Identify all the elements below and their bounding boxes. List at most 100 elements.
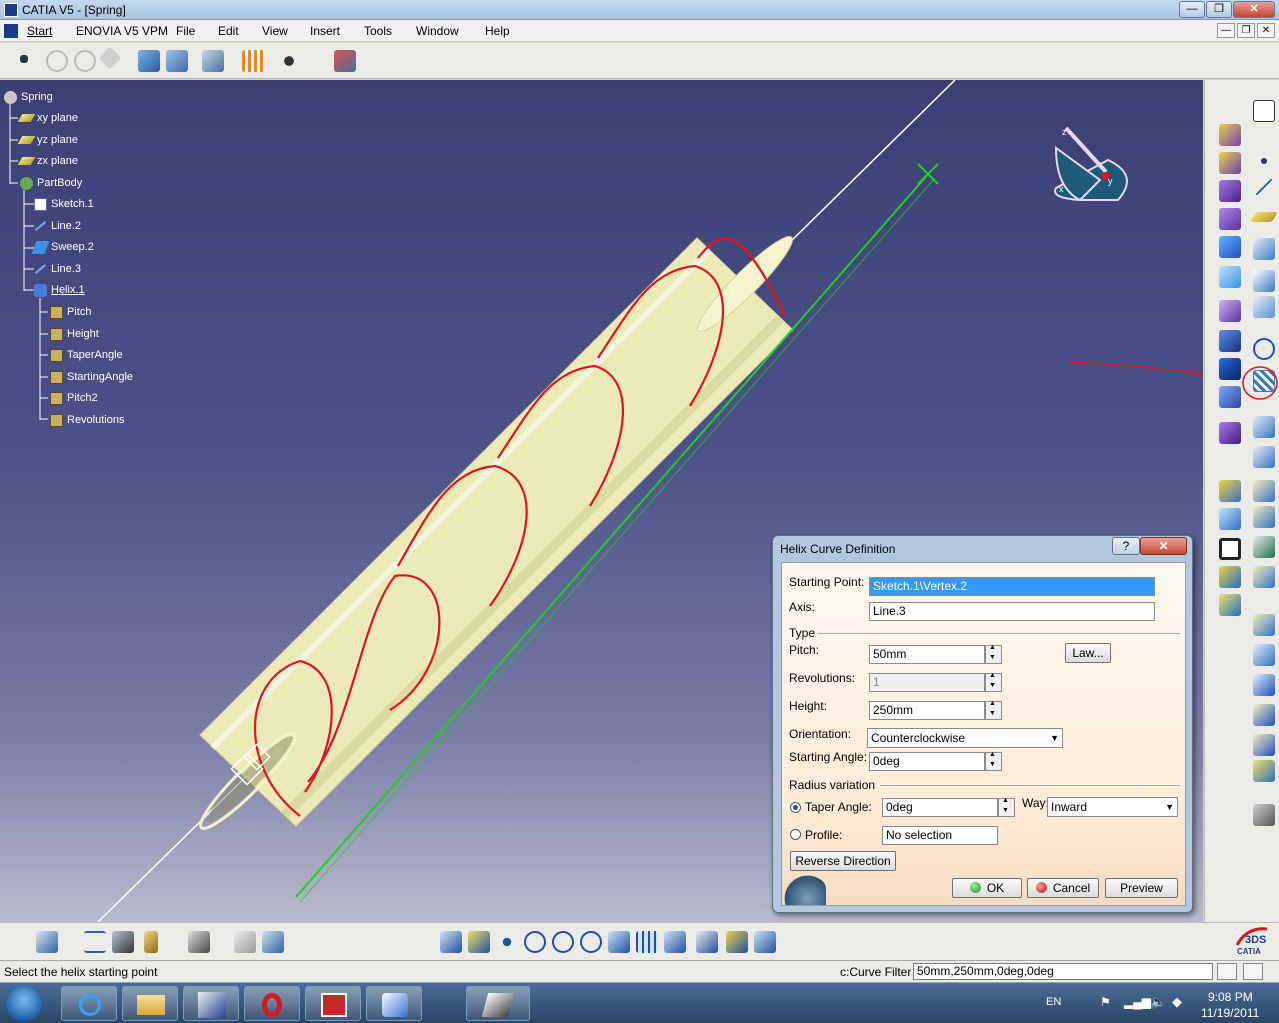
capture-icon[interactable] xyxy=(188,931,210,953)
connect-icon[interactable] xyxy=(1253,644,1275,666)
blend-icon[interactable] xyxy=(1219,330,1241,352)
analysis-icon[interactable] xyxy=(234,931,256,953)
iso-view-icon[interactable] xyxy=(664,931,686,953)
starting-point-field[interactable]: Sketch.1\Vertex.2 xyxy=(869,577,1155,596)
profile-field[interactable]: No selection xyxy=(882,826,998,845)
revolve-icon[interactable] xyxy=(1219,152,1241,174)
revolutions-field[interactable]: 1 xyxy=(869,673,985,692)
taskbar-catia[interactable] xyxy=(183,986,239,1021)
preview-button[interactable]: Preview xyxy=(1105,878,1178,898)
pitch-field[interactable]: 50mm xyxy=(869,645,985,664)
line-tool-icon[interactable] xyxy=(1255,178,1273,196)
develop-icon[interactable] xyxy=(1253,614,1275,636)
surface-2-icon[interactable] xyxy=(1253,760,1275,782)
start-orb-icon[interactable] xyxy=(6,986,42,1022)
menu-enovia[interactable]: ENOVIA V5 VPM xyxy=(76,24,168,38)
clock-time[interactable]: 9:08 PM xyxy=(1208,990,1253,1004)
network-icon[interactable]: ▂▄▆ xyxy=(1124,995,1151,1009)
taskbar-explorer[interactable] xyxy=(122,986,178,1021)
reverse-direction-button[interactable]: Reverse Direction xyxy=(790,851,896,871)
extrude-icon[interactable] xyxy=(1219,124,1241,146)
law-button[interactable]: Law... xyxy=(1065,643,1111,663)
starting-angle-spinner[interactable] xyxy=(985,751,1002,771)
law-icon[interactable] xyxy=(1219,566,1241,588)
orientation-dropdown[interactable]: Counterclockwise ▼ xyxy=(867,728,1063,748)
sphere-icon[interactable] xyxy=(1219,180,1241,202)
symmetry-icon[interactable] xyxy=(1219,508,1241,530)
pan-icon[interactable] xyxy=(496,931,518,953)
extrapolate-icon[interactable] xyxy=(1253,446,1275,468)
tree-item-partbody[interactable]: PartBody xyxy=(20,174,82,192)
tree-item-pitch[interactable]: Pitch xyxy=(50,303,91,321)
taskbar-active-app[interactable] xyxy=(466,986,530,1021)
power-input-field[interactable]: 50mm,250mm,0deg,0deg xyxy=(913,963,1213,980)
flag-icon[interactable]: ⚑ xyxy=(1100,995,1111,1009)
point-tool-icon[interactable] xyxy=(1261,158,1267,164)
dialog-help-button[interactable]: ? xyxy=(1112,537,1140,555)
taskbar-opera[interactable] xyxy=(244,986,300,1021)
projection-icon[interactable] xyxy=(1253,238,1275,260)
height-spinner[interactable] xyxy=(985,700,1002,720)
rotate-icon[interactable] xyxy=(1253,480,1275,502)
tree-item-helix1[interactable]: Helix.1 xyxy=(34,281,85,299)
measure-icon[interactable] xyxy=(84,931,106,953)
manual-update-icon[interactable] xyxy=(166,50,188,72)
parallel-curve-icon[interactable] xyxy=(1253,296,1275,318)
way-dropdown[interactable]: Inward ▼ xyxy=(1047,797,1178,817)
menu-edit[interactable]: Edit xyxy=(218,24,239,38)
minimize-button[interactable]: — xyxy=(1179,1,1205,18)
taskbar-ie[interactable] xyxy=(61,986,117,1021)
menu-view[interactable]: View xyxy=(262,24,288,38)
cancel-button[interactable]: Cancel xyxy=(1027,878,1099,898)
clock-date[interactable]: 11/19/2011 xyxy=(1201,1006,1259,1020)
circle-icon[interactable] xyxy=(1253,338,1275,360)
shading-icon[interactable] xyxy=(696,931,718,953)
tree-item-zx-plane[interactable]: zx plane xyxy=(17,152,78,170)
tree-item-height[interactable]: Height xyxy=(50,325,99,343)
volume-icon[interactable]: 🔈 xyxy=(1150,994,1166,1010)
doc-minimize-button[interactable]: — xyxy=(1217,23,1235,38)
eraser-icon[interactable] xyxy=(98,46,122,70)
tree-item-taperangle[interactable]: TaperAngle xyxy=(50,346,123,364)
profile-radio[interactable] xyxy=(790,829,801,840)
tree-item-yz-plane[interactable]: yz plane xyxy=(17,131,78,149)
tree-item-sketch1[interactable]: Sketch.1 xyxy=(34,195,94,213)
taper-angle-spinner[interactable] xyxy=(998,797,1015,817)
cylinder-sweep[interactable] xyxy=(193,229,800,836)
normal-view-icon[interactable] xyxy=(608,931,630,953)
intersection-icon[interactable] xyxy=(1253,270,1275,292)
boundary-2-icon[interactable] xyxy=(1253,734,1275,756)
simulation-icon[interactable] xyxy=(262,931,284,953)
menu-start[interactable]: Start xyxy=(27,24,52,38)
taper-angle-field[interactable]: 0deg xyxy=(882,798,998,817)
menu-window[interactable]: Window xyxy=(416,24,459,38)
dialog-close-button[interactable]: ✕ xyxy=(1140,537,1187,555)
fly-mode-icon[interactable] xyxy=(36,931,58,953)
tree-item-line2[interactable]: Line.2 xyxy=(34,217,81,235)
tree-item-startingangle[interactable]: StartingAngle xyxy=(50,368,133,386)
doc-restore-button[interactable]: ❐ xyxy=(1237,23,1255,38)
tree-item-line3[interactable]: Line.3 xyxy=(34,260,81,278)
revolutions-spinner[interactable] xyxy=(985,672,1002,692)
dropbox-icon[interactable]: ◆ xyxy=(1172,994,1182,1010)
rotate-view-icon[interactable] xyxy=(524,931,546,953)
zoom-in-icon[interactable] xyxy=(552,931,574,953)
tree-item-pitch2[interactable]: Pitch2 xyxy=(50,389,98,407)
axis-field[interactable]: Line.3 xyxy=(869,602,1155,621)
surface-icon[interactable] xyxy=(1219,594,1241,616)
menu-tools[interactable]: Tools xyxy=(364,24,392,38)
update-icon[interactable] xyxy=(138,50,160,72)
status-panel-button[interactable] xyxy=(1217,963,1237,980)
grid-icon[interactable] xyxy=(242,50,264,72)
spine-icon[interactable] xyxy=(1253,674,1275,696)
fill-icon[interactable] xyxy=(1219,266,1241,288)
doc-close-button[interactable]: ✕ xyxy=(1257,23,1275,38)
knowledge-icon[interactable] xyxy=(1253,804,1275,826)
menu-insert[interactable]: Insert xyxy=(310,24,340,38)
document-icon[interactable] xyxy=(4,24,18,38)
maximize-button[interactable]: ❐ xyxy=(1206,1,1232,18)
translate-icon[interactable] xyxy=(1219,480,1241,502)
tree-item-sweep2[interactable]: Sweep.2 xyxy=(31,238,94,256)
tree-item-xy-plane[interactable]: xy plane xyxy=(17,109,78,127)
menu-help[interactable]: Help xyxy=(485,24,510,38)
